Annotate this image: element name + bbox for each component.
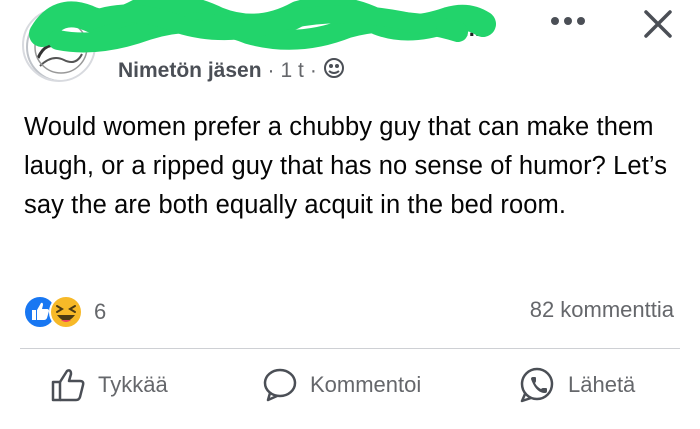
thumbs-up-icon — [51, 369, 85, 402]
meta-separator: · — [267, 59, 275, 82]
like-label: Tykkää — [98, 372, 168, 397]
share-button[interactable]: Lähetä — [518, 350, 635, 420]
post-card: y... Nimetön jäsen · 1 t · Would women p… — [0, 0, 700, 429]
action-bar: Tykkää Kommentoi Lähetä — [0, 350, 700, 420]
close-button[interactable] — [640, 6, 676, 42]
comment-label: Kommentoi — [310, 372, 422, 397]
comment-bubble-icon — [263, 368, 297, 402]
comment-button[interactable]: Kommentoi — [262, 350, 421, 420]
messenger-icon — [520, 367, 554, 403]
meta-separator: · — [309, 59, 317, 82]
reaction-count: 6 — [94, 299, 107, 324]
post-time[interactable]: 1 t — [281, 59, 304, 83]
more-options-icon — [551, 17, 585, 25]
member-label[interactable]: Nimetön jäsen — [118, 59, 262, 83]
reactions-summary[interactable]: 6 — [22, 294, 106, 330]
post-text: Would women prefer a chubby guy that can… — [24, 113, 668, 219]
haha-reaction-icon — [49, 295, 83, 329]
close-icon — [644, 10, 672, 38]
comments-count[interactable]: 82 kommenttia — [530, 297, 674, 323]
reaction-icons — [22, 294, 90, 330]
redaction-scribble — [29, 0, 496, 53]
post-meta: Nimetön jäsen · 1 t · — [118, 56, 345, 86]
like-button[interactable]: Tykkää — [50, 350, 168, 420]
share-label: Lähetä — [568, 372, 636, 397]
more-options-button[interactable] — [548, 6, 588, 36]
privacy-globe-icon — [323, 57, 345, 85]
actions-divider — [20, 348, 680, 349]
